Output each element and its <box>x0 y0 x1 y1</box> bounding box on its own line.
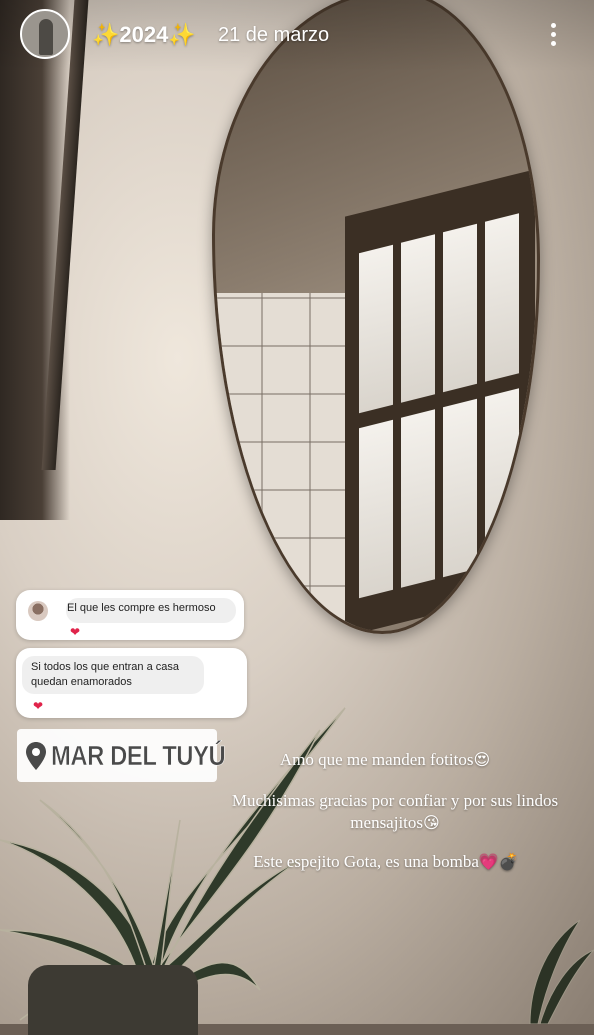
more-vertical-icon <box>550 22 556 28</box>
caption-line: Este espejito Gota, es una bomba💗💣 <box>226 851 546 873</box>
sender-avatar <box>28 601 48 621</box>
heart-icon: ❤ <box>70 625 81 639</box>
heart-bomb-emoji-icon: 💗💣 <box>478 852 519 871</box>
message-bubble: Si todos los que entran a casa quedan en… <box>22 656 204 694</box>
location-pin-icon <box>25 741 47 771</box>
caption-text: mensajitos <box>350 813 424 832</box>
heart-eyes-emoji-icon: 😍 <box>473 750 491 769</box>
story-title: ✨2024✨ <box>92 22 196 47</box>
drop-mirror <box>212 0 540 634</box>
message-bubble: El que les compre es hermoso <box>66 598 236 623</box>
message-text-line: Si todos los que entran a casa <box>31 661 179 673</box>
more-vertical-icon-dot <box>550 31 556 37</box>
caption-text: Amo que me manden fotitos <box>279 750 474 769</box>
caption-text: Este espejito Gota, es una bomba <box>253 852 479 871</box>
message-sticker[interactable]: Si todos los que entran a casa quedan en… <box>16 648 247 718</box>
mirror-reflected-tiles <box>215 293 355 631</box>
location-sticker[interactable]: MAR DEL TUYÚ <box>17 729 226 782</box>
message-text-line: quedan enamorados <box>31 676 132 688</box>
more-vertical-icon-dot <box>550 40 556 46</box>
caption-text: Muchisimas gracias por confiar y por sus… <box>231 791 559 810</box>
caption-line: Muchisimas gracias por confiar y por sus… <box>200 790 590 834</box>
caption-line: Amo que me manden fotitos😍 <box>250 749 520 771</box>
avatar-figure <box>39 19 53 55</box>
message-sticker[interactable]: El que les compre es hermoso ❤ <box>16 590 244 640</box>
more-options-button[interactable] <box>538 18 568 50</box>
message-text: El que les compre es hermoso <box>67 602 216 614</box>
story-date: 21 de marzo <box>218 24 330 46</box>
story-header: ✨2024✨ 21 de marzo <box>0 0 594 72</box>
location-label: MAR DEL TUYÚ <box>51 739 226 771</box>
mirror-reflected-window <box>345 169 535 631</box>
heart-icon: ❤ <box>33 699 44 713</box>
profile-avatar[interactable] <box>20 9 70 59</box>
plant-pot <box>28 965 198 1035</box>
kiss-emoji-icon: 😘 <box>423 813 440 832</box>
plant-leaves-right <box>529 919 594 1024</box>
